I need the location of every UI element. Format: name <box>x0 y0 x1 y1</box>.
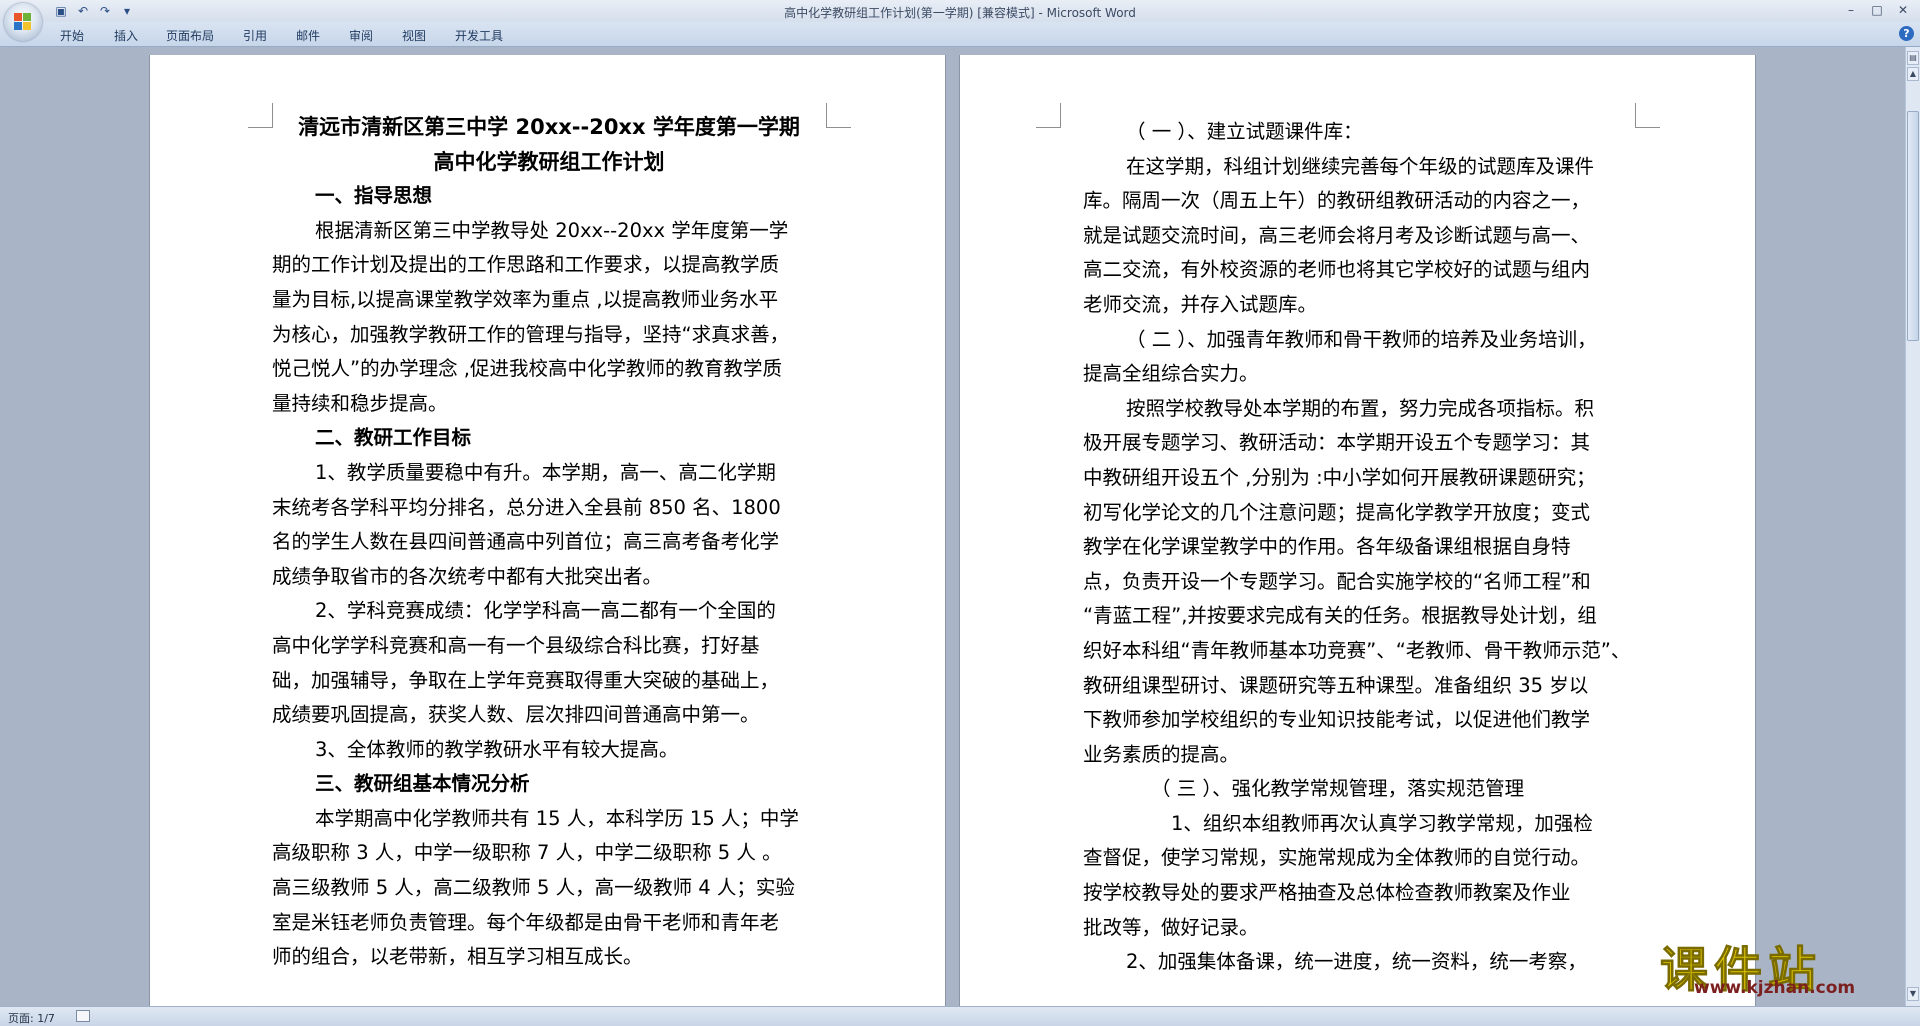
quick-access-toolbar: ▣ ↶ ↷ ▾ <box>52 2 136 19</box>
minimize-icon[interactable]: – <box>1838 0 1864 20</box>
paragraph-line: 成绩要巩固提高，获奖人数、层次排四间普通高中第一。 <box>272 703 760 727</box>
paragraph-line: 室是米钰老师负责管理。每个年级都是由骨干老师和青年老 <box>272 910 780 934</box>
paragraph-line: 老师交流，并存入试题库。 <box>1083 292 1318 316</box>
paragraph-line: 1、教学质量要稳中有升。本学期，高一、高二化学期 <box>315 460 776 484</box>
paragraph-line: 名的学生人数在县四间普通高中列首位；高三高考备考化学 <box>272 530 780 554</box>
paragraph-line: 期的工作计划及提出的工作思路和工作要求，以提高教学质 <box>272 253 780 277</box>
tab-mailings[interactable]: 邮件 <box>296 27 320 44</box>
proofing-status-icon[interactable] <box>76 1010 90 1022</box>
margin-mark-top-left <box>248 103 273 128</box>
paragraph-line: 库。隔周一次（周五上午）的教研组教研活动的内容之一， <box>1083 189 1591 213</box>
tab-insert[interactable]: 插入 <box>114 27 138 44</box>
title-bar: 高中化学教研组工作计划(第一学期) [兼容模式] - Microsoft Wor… <box>0 0 1920 22</box>
paragraph-line: 查督促，使学习常规，实施常规成为全体教师的自觉行动。 <box>1083 846 1591 870</box>
maximize-icon[interactable]: □ <box>1864 0 1890 20</box>
margin-mark-top-right <box>826 103 851 128</box>
margin-mark-top-left <box>1036 103 1061 128</box>
page-counter[interactable]: 页面: 1/7 <box>8 1010 55 1026</box>
paragraph-line: 批改等，做好记录。 <box>1083 915 1259 939</box>
paragraph-line: 教研组课型研讨、课题研究等五种课型。准备组织 35 岁以 <box>1083 673 1589 697</box>
paragraph-line: 高三级教师 5 人，高二级教师 5 人，高一级教师 4 人；实验 <box>272 876 795 900</box>
redo-icon[interactable]: ↷ <box>96 2 114 19</box>
status-bar: 页面: 1/7 <box>0 1006 1920 1026</box>
paragraph-line: 3、全体教师的教学教研水平有较大提高。 <box>315 737 679 761</box>
scroll-down-icon[interactable]: ▼ <box>1907 987 1919 1001</box>
office-button[interactable] <box>4 3 42 41</box>
paragraph-line: 2、学科竞赛成绩：化学学科高一高二都有一个全国的 <box>315 599 776 623</box>
paragraph-line: 量持续和稳步提高。 <box>272 391 448 415</box>
paragraph-line: 就是试题交流时间，高三老师会将月考及诊断试题与高一、 <box>1083 223 1591 247</box>
subsection-heading: （ 二 ）、加强青年教师和骨干教师的培养及业务培训， <box>1126 327 1597 351</box>
office-logo-icon <box>14 13 32 31</box>
tab-page-layout[interactable]: 页面布局 <box>166 27 214 44</box>
tab-review[interactable]: 审阅 <box>349 27 373 44</box>
paragraph-line: 为核心，加强教学教研工作的管理与指导，坚持“求真求善， <box>272 322 790 346</box>
paragraph-line: 1、组织本组教师再次认真学习教学常规，加强检 <box>1171 811 1593 835</box>
right-page-text[interactable]: （ 一 ）、建立试题课件库： 在这学期，科组计划继续完善每个年级的试题库及课件 … <box>1083 115 1635 980</box>
scrollbar-thumb[interactable] <box>1907 111 1919 341</box>
window-controls: – □ ✕ <box>1838 0 1916 20</box>
window-title: 高中化学教研组工作计划(第一学期) [兼容模式] - Microsoft Wor… <box>784 6 1136 20</box>
paragraph-line: 高级职称 3 人，中学一级职称 7 人，中学二级职称 5 人 。 <box>272 841 782 865</box>
paragraph-line: 2、加强集体备课，统一进度，统一资料，统一考察， <box>1126 950 1587 974</box>
document-workspace[interactable]: 清远市清新区第三中学 20xx--20xx 学年度第一学期 高中化学教研组工作计… <box>0 47 1906 1006</box>
watermark-url: www.kjzhan.com <box>1694 978 1856 998</box>
subsection-heading: （ 三 ）、强化教学常规管理，落实规范管理 <box>1151 777 1525 801</box>
paragraph-line: 业务素质的提高。 <box>1083 742 1240 766</box>
tab-view[interactable]: 视图 <box>402 27 426 44</box>
tab-home[interactable]: 开始 <box>60 27 84 44</box>
section-heading: 一、指导思想 <box>315 184 433 208</box>
paragraph-line: 初写化学论文的几个注意问题；提高化学教学开放度；变式 <box>1083 500 1591 524</box>
subsection-heading: （ 一 ）、建立试题课件库： <box>1126 120 1363 143</box>
save-icon[interactable]: ▣ <box>52 2 70 19</box>
close-icon[interactable]: ✕ <box>1890 0 1916 20</box>
left-page-text[interactable]: 清远市清新区第三中学 20xx--20xx 学年度第一学期 高中化学教研组工作计… <box>272 110 826 975</box>
undo-icon[interactable]: ↶ <box>74 2 92 19</box>
site-watermark: 课件站 www.kjzhan.com <box>1659 930 1900 999</box>
paragraph-line: 悦己悦人”的办学理念 ,促进我校高中化学教师的教育教学质 <box>272 357 782 381</box>
paragraph-line: 提高全组综合实力。 <box>1083 362 1259 386</box>
paragraph-line: 础，加强辅导，争取在上学年竞赛取得重大突破的基础上， <box>272 668 780 692</box>
section-heading: 三、教研组基本情况分析 <box>315 772 530 796</box>
tab-references[interactable]: 引用 <box>243 27 267 44</box>
section-heading: 二、教研工作目标 <box>315 426 472 450</box>
paragraph-line: 末统考各学科平均分排名，总分进入全县前 850 名、1800 <box>272 495 781 519</box>
margin-mark-top-right <box>1635 103 1660 128</box>
paragraph-line: 中教研组开设五个 ,分别为 :中小学如何开展教研课题研究； <box>1083 465 1596 489</box>
paragraph-line: 在这学期，科组计划继续完善每个年级的试题库及课件 <box>1126 154 1595 178</box>
ribbon-tabs: 开始 插入 页面布局 引用 邮件 审阅 视图 开发工具 ? <box>0 22 1920 47</box>
paragraph-line: 量为目标,以提高课堂教学效率为重点 ,以提高教师业务水平 <box>272 287 779 311</box>
scroll-up-icon[interactable]: ▲ <box>1907 67 1919 81</box>
doc-title-line-2: 高中化学教研组工作计划 <box>433 149 665 174</box>
paragraph-line: 极开展专题学习、教研活动：本学期开设五个专题学习：其 <box>1083 431 1591 455</box>
paragraph-line: 师的组合，以老带新，相互学习相互成长。 <box>272 945 643 969</box>
paragraph-line: “青蓝工程”,并按要求完成有关的任务。根据教导处计划，组 <box>1083 604 1597 628</box>
ruler-toggle-icon[interactable]: ▤ <box>1907 51 1919 65</box>
paragraph-line: 织好本科组“青年教师基本功竞赛”、“老教师、骨干教师示范”、 <box>1083 638 1631 662</box>
paragraph-line: 按学校教导处的要求严格抽查及总体检查教师教案及作业 <box>1083 881 1571 905</box>
document-page-left[interactable]: 清远市清新区第三中学 20xx--20xx 学年度第一学期 高中化学教研组工作计… <box>150 55 945 1006</box>
document-page-right[interactable]: （ 一 ）、建立试题课件库： 在这学期，科组计划继续完善每个年级的试题库及课件 … <box>960 55 1755 1006</box>
vertical-scrollbar[interactable]: ▤ ▲ ▼ <box>1905 47 1920 1006</box>
tab-developer[interactable]: 开发工具 <box>455 27 503 44</box>
help-icon[interactable]: ? <box>1899 26 1914 41</box>
customize-qat-icon[interactable]: ▾ <box>118 2 136 19</box>
paragraph-line: 根据清新区第三中学教导处 20xx--20xx 学年度第一学 <box>315 218 789 242</box>
paragraph-line: 成绩争取省市的各次统考中都有大批突出者。 <box>272 564 663 588</box>
paragraph-line: 教学在化学课堂教学中的作用。各年级备课组根据自身特 <box>1083 535 1571 559</box>
paragraph-line: 高中化学学科竞赛和高一有一个县级综合科比赛，打好基 <box>272 633 760 657</box>
paragraph-line: 本学期高中化学教师共有 15 人，本科学历 15 人；中学 <box>315 806 799 830</box>
paragraph-line: 按照学校教导处本学期的布置，努力完成各项指标。积 <box>1126 396 1595 420</box>
doc-title-line-1: 清远市清新区第三中学 20xx--20xx 学年度第一学期 <box>298 115 800 139</box>
paragraph-line: 点，负责开设一个专题学习。配合实施学校的“名师工程”和 <box>1083 569 1591 593</box>
paragraph-line: 下教师参加学校组织的专业知识技能考试，以促进他们教学 <box>1083 708 1591 732</box>
paragraph-line: 高二交流，有外校资源的老师也将其它学校好的试题与组内 <box>1083 258 1591 282</box>
